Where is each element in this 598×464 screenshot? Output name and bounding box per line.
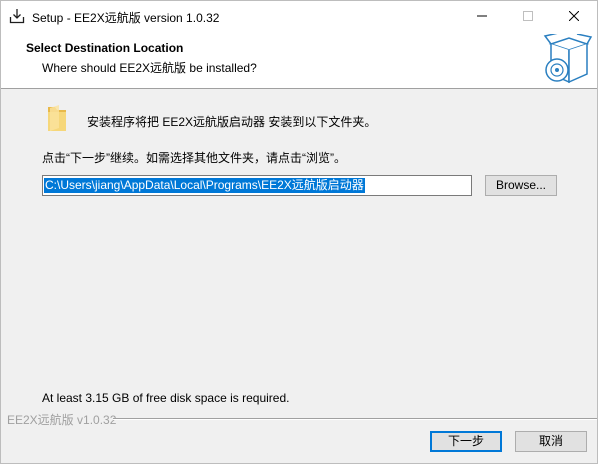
page-subtitle: Where should EE2X远航版 be installed? [42, 61, 257, 75]
minimize-button[interactable] [459, 1, 505, 32]
maximize-button[interactable] [505, 1, 551, 32]
minimize-icon [477, 10, 487, 24]
install-box-disc-icon [541, 31, 593, 88]
destination-path-input[interactable]: C:\Users\jiang\AppData\Local\Programs\EE… [42, 175, 472, 196]
instructions-text: 点击“下一步”继续。如需选择其他文件夹，请点击“浏览”。 [42, 151, 346, 165]
disk-space-text: At least 3.15 GB of free disk space is r… [42, 391, 290, 405]
cancel-button[interactable]: 取消 [515, 431, 587, 452]
maximize-icon [523, 10, 533, 24]
next-button[interactable]: 下一步 [430, 431, 502, 452]
browse-button[interactable]: Browse... [485, 175, 557, 196]
brand-label: EE2X远航版 v1.0.32 [7, 413, 117, 427]
intro-text: 安装程序将把 EE2X远航版启动器 安装到以下文件夹。 [87, 115, 377, 129]
setup-icon [9, 8, 25, 24]
setup-window: Setup - EE2X远航版 version 1.0.32 Select De… [0, 0, 598, 464]
title-bar: Setup - EE2X远航版 version 1.0.32 [1, 1, 597, 32]
folder-icon [47, 104, 67, 132]
window-title: Setup - EE2X远航版 version 1.0.32 [32, 11, 220, 25]
wizard-header: Select Destination Location Where should… [1, 31, 597, 89]
close-icon [568, 10, 580, 24]
destination-path-value: C:\Users\jiang\AppData\Local\Programs\EE… [44, 178, 365, 193]
page-title: Select Destination Location [26, 41, 184, 55]
footer-divider [113, 418, 597, 420]
close-button[interactable] [551, 1, 597, 32]
